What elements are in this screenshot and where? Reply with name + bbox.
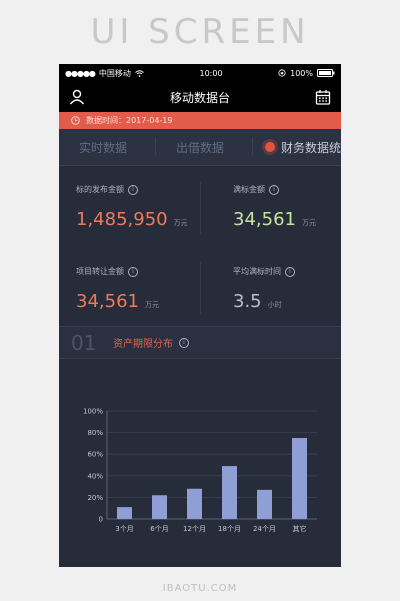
stat-unit: 万元 [173, 219, 188, 227]
y-tick-label: 20% [87, 494, 103, 502]
y-tick-label: 60% [87, 451, 103, 459]
y-tick-label: 100% [83, 408, 103, 416]
stats-divider [200, 262, 201, 314]
y-tick-label: 80% [87, 429, 103, 437]
x-tick-label: 其它 [293, 524, 307, 533]
stat-unit: 小时 [267, 301, 282, 309]
bar[interactable] [152, 495, 167, 519]
stat-avg-full-time: 平均满标时间 i 3.5 小时 [233, 266, 295, 312]
y-tick-label: 0 [99, 516, 103, 524]
tab-lending[interactable]: 出借数据 [156, 139, 252, 156]
phone-screen: ●●●●● 中国移动 10:00 100% 移动数据台 数据时间：2017-04… [59, 64, 341, 567]
stat-value: 3.5 [233, 291, 262, 312]
info-icon[interactable]: i [285, 266, 295, 277]
stats-grid: 标的发布金额 i 1,485,950 万元 满标金额 i 34,561 万元 项目转让金… [59, 166, 341, 326]
data-date: 数据时间：2017-04-19 [86, 116, 173, 125]
stat-unit: 万元 [144, 301, 159, 309]
stat-value: 34,561 [233, 209, 296, 230]
signal-icon: ●●●●● [65, 68, 96, 78]
info-icon[interactable]: i [128, 184, 138, 195]
poster-title: UI SCREEN [90, 12, 310, 52]
x-tick-label: 6个月 [150, 525, 168, 533]
bar[interactable] [257, 489, 272, 519]
stat-full-amount: 满标金额 i 34,561 万元 [233, 184, 316, 230]
bar[interactable] [117, 507, 132, 519]
bar[interactable] [187, 488, 202, 519]
stat-value: 34,561 [76, 291, 139, 312]
active-tab-dot-icon [265, 142, 275, 152]
stat-transfer-amount: 项目转让金额 i 34,561 万元 [76, 266, 159, 312]
nav-bar: 移动数据台 [59, 82, 341, 112]
x-tick-label: 18个月 [218, 525, 241, 533]
x-tick-label: 24个月 [253, 525, 276, 533]
user-icon[interactable] [69, 89, 85, 105]
stat-unit: 万元 [301, 219, 316, 227]
carrier: 中国移动 [98, 68, 131, 78]
stat-label: 标的发布金额 [76, 185, 124, 194]
stat-label: 平均满标时间 [233, 267, 281, 276]
info-icon[interactable]: i [128, 266, 138, 277]
stats-divider [200, 182, 201, 234]
calendar-icon[interactable] [315, 89, 331, 105]
y-tick-label: 40% [87, 472, 103, 480]
stat-label: 项目转让金额 [76, 267, 124, 276]
x-tick-label: 3个月 [115, 525, 133, 533]
tab-bar: 实时数据 出借数据 财务数据统 [59, 129, 341, 166]
date-bar: 数据时间：2017-04-19 [59, 112, 341, 129]
status-bar: ●●●●● 中国移动 10:00 100% [59, 64, 341, 82]
watermark: IBAOTU.COM [162, 583, 238, 594]
section-title: 资产期限分布 [113, 339, 173, 350]
battery-percent: 100% [290, 68, 313, 78]
clock: 10:00 [199, 68, 223, 78]
info-icon[interactable]: i [179, 337, 189, 348]
bar[interactable] [222, 466, 237, 519]
stat-label: 满标金额 [233, 185, 265, 194]
info-icon[interactable]: i [269, 184, 279, 195]
chart-area: 0 20% 40% 60% 80% 100% 3个月 6个月 12个月 18个月 24个月 其它 [59, 359, 341, 567]
stat-bid-amount: 标的发布金额 i 1,485,950 万元 [76, 184, 188, 230]
tab-finance[interactable]: 财务数据统 [253, 139, 341, 156]
stat-value: 1,485,950 [76, 209, 168, 230]
section-index: 01 [71, 330, 97, 355]
tab-realtime[interactable]: 实时数据 [59, 139, 155, 156]
x-tick-label: 12个月 [183, 525, 206, 533]
wifi-icon [135, 69, 144, 77]
tab-finance-label: 财务数据统 [281, 140, 341, 155]
section-header: 01 资产期限分布 i [59, 326, 341, 359]
page-title: 移动数据台 [169, 90, 230, 105]
bar[interactable] [292, 438, 307, 519]
battery-icon [317, 69, 335, 77]
lock-rotation-icon [278, 69, 286, 77]
clock-icon [71, 116, 80, 125]
asset-term-chart: 0 20% 40% 60% 80% 100% 3个月 6个月 12个月 18个月 24个月 其它 [83, 408, 317, 533]
